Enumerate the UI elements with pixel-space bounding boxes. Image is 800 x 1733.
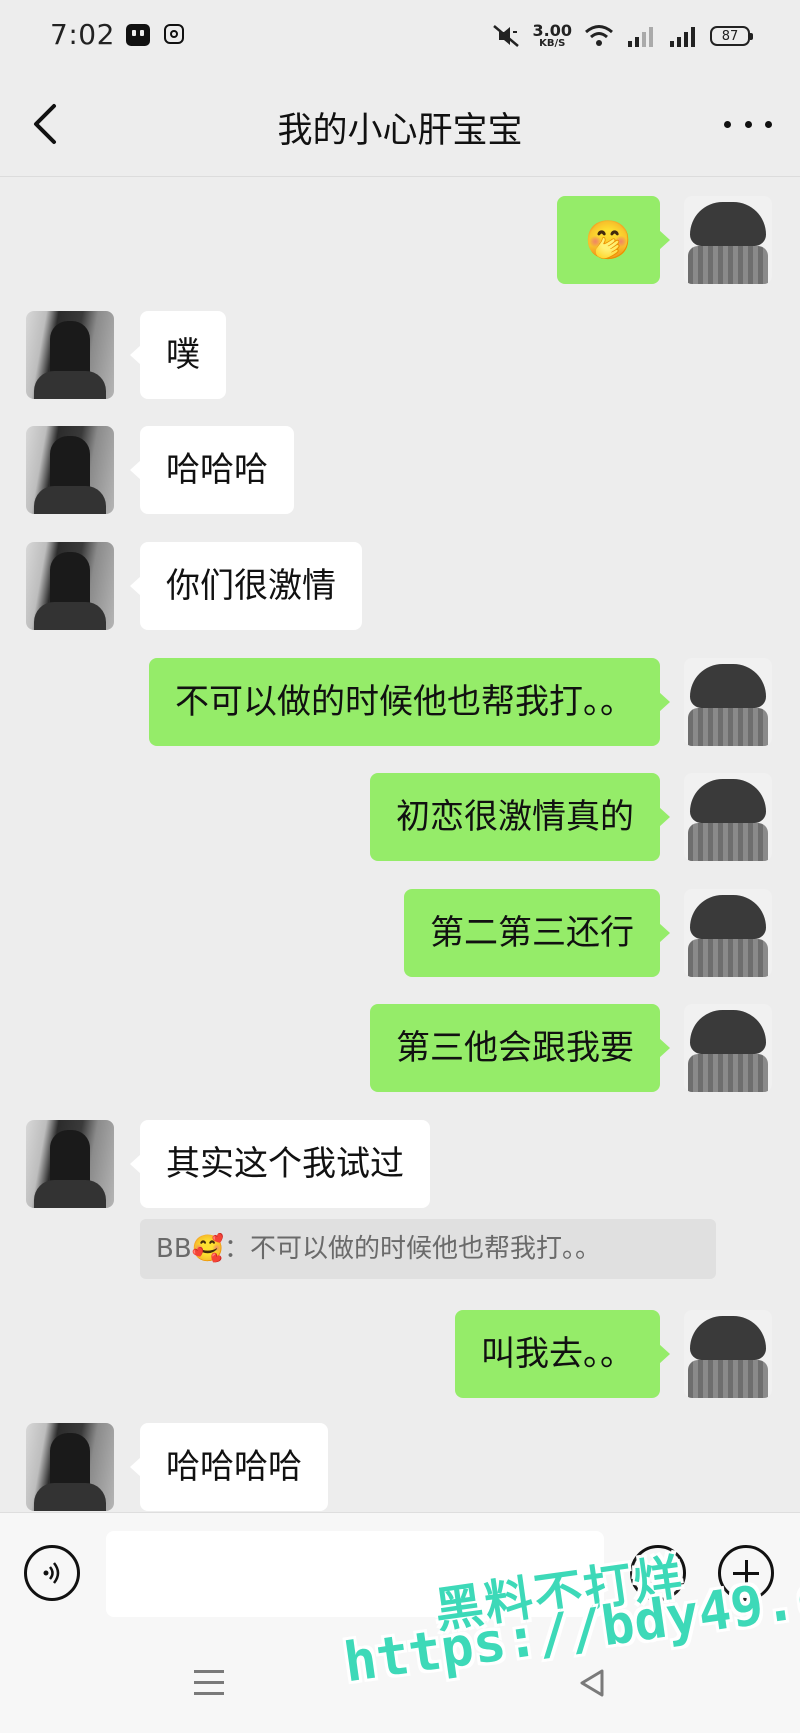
my-avatar[interactable]	[684, 773, 772, 861]
message-bubble-outgoing[interactable]: 初恋很激情真的	[370, 773, 670, 861]
message-bubble-outgoing[interactable]: 第二第三还行	[404, 889, 670, 977]
quoted-message[interactable]: BB🥰：不可以做的时候他也帮我打。。	[140, 1219, 716, 1279]
system-back-button[interactable]	[578, 1668, 606, 1698]
more-dot-icon	[724, 120, 731, 128]
menu-line-icon	[194, 1670, 224, 1673]
voice-icon	[43, 1562, 60, 1584]
network-speed: 3.00 KB/S	[532, 21, 572, 49]
voice-input-button[interactable]	[24, 1545, 80, 1601]
wifi-icon	[585, 25, 613, 46]
message-bubble-incoming[interactable]: 你们很激情	[130, 542, 362, 630]
contact-avatar[interactable]	[26, 1120, 114, 1208]
message-bubble-incoming[interactable]: 其实这个我试过	[130, 1120, 430, 1208]
chat-title: 我的小心肝宝宝	[277, 111, 523, 151]
my-avatar[interactable]	[684, 196, 772, 284]
more-dot-icon	[744, 120, 752, 128]
menu-line-icon	[194, 1681, 224, 1684]
more-options-button[interactable]	[724, 106, 772, 142]
message-bubble-incoming[interactable]: 哈哈哈	[130, 426, 294, 514]
my-avatar[interactable]	[684, 1004, 772, 1092]
mute-icon	[492, 25, 519, 47]
my-avatar[interactable]	[684, 658, 772, 746]
instagram-icon	[164, 24, 184, 44]
message-bubble-incoming[interactable]: 噗	[130, 311, 226, 399]
status-bar: 7:02 3.00 KB/S 87	[0, 0, 800, 72]
status-time: 7:02	[50, 18, 115, 51]
message-bubble-outgoing[interactable]: 🤭	[556, 196, 671, 284]
status-indicators: 3.00 KB/S 87	[491, 18, 753, 54]
message-bubble-incoming[interactable]: 哈哈哈哈	[130, 1423, 328, 1511]
triangle-back-icon	[580, 1669, 604, 1697]
menu-line-icon	[194, 1692, 224, 1695]
face-with-hand-over-mouth-emoji: 🤭	[584, 218, 632, 262]
my-avatar[interactable]	[684, 1310, 772, 1398]
message-bubble-outgoing[interactable]: 第三他会跟我要	[370, 1004, 670, 1092]
signal-icon-sim2	[670, 27, 695, 47]
system-menu-button[interactable]	[194, 1670, 224, 1696]
contact-avatar[interactable]	[26, 426, 114, 514]
chat-header: 我的小心肝宝宝	[0, 72, 800, 177]
my-avatar[interactable]	[684, 889, 772, 977]
message-bubble-outgoing[interactable]: 叫我去。。	[455, 1310, 670, 1398]
notification-app-icon	[126, 24, 150, 46]
signal-icon-sim1	[628, 27, 653, 47]
battery-icon: 87	[710, 26, 753, 46]
contact-avatar[interactable]	[26, 542, 114, 630]
message-bubble-outgoing[interactable]: 不可以做的时候他也帮我打。。	[149, 658, 670, 746]
contact-avatar[interactable]	[26, 1423, 114, 1511]
more-dot-icon	[765, 120, 772, 128]
contact-avatar[interactable]	[26, 311, 114, 399]
